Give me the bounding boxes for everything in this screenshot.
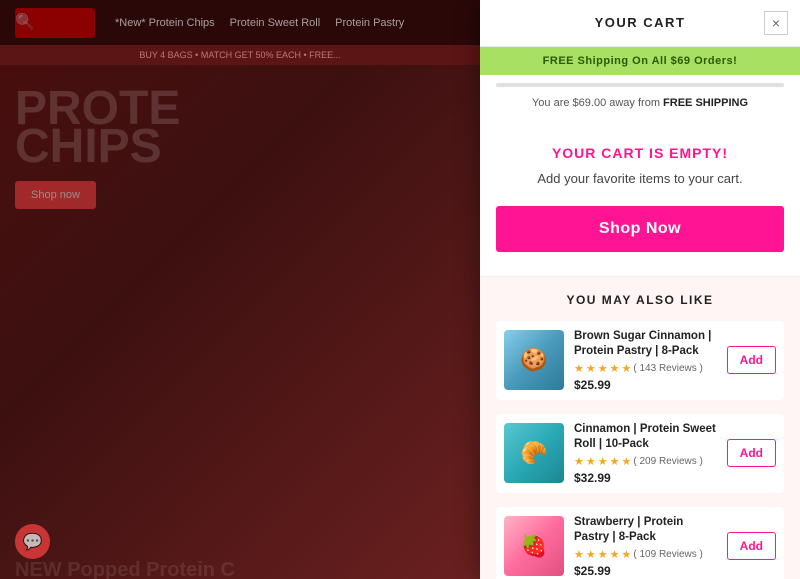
star-3: ★	[598, 362, 608, 375]
add-button-3[interactable]: Add	[727, 532, 776, 560]
bg-banner: BUY 4 BAGS • MATCH GET 50% EACH • FREE..…	[0, 45, 480, 65]
star-3-3: ★	[598, 548, 608, 561]
product-image-3: 🍓	[504, 516, 564, 576]
shipping-text: You are $69.00 away from FREE SHIPPING	[496, 93, 784, 117]
product-info-2: Cinnamon | Protein Sweet Roll | 10-Pack …	[574, 422, 717, 485]
add-button-1[interactable]: Add	[727, 346, 776, 374]
product-image-2: 🥐	[504, 423, 564, 483]
add-button-2[interactable]: Add	[727, 439, 776, 467]
background-page: 🔍 *New* Protein Chips Protein Sweet Roll…	[0, 0, 480, 579]
bg-nav-item-3: Protein Pastry	[335, 17, 404, 29]
cart-empty-subtitle: Add your favorite items to your cart.	[496, 171, 784, 186]
product-image-1: 🍪	[504, 330, 564, 390]
star-4-3: ★	[610, 548, 620, 561]
product-img-bg-1: 🍪	[504, 330, 564, 390]
cart-title: YOUR CART	[595, 15, 686, 30]
bg-hero-subtitle: NEW Popped Protein C	[15, 559, 465, 579]
product-item-1: 🍪 Brown Sugar Cinnamon | Protein Pastry …	[496, 321, 784, 400]
may-also-like-title: YOU MAY ALSO LIKE	[496, 293, 784, 307]
bg-nav: 🔍 *New* Protein Chips Protein Sweet Roll…	[0, 0, 480, 45]
review-count-1: ( 143 Reviews )	[633, 363, 702, 374]
bg-nav-item-2: Protein Sweet Roll	[230, 17, 321, 29]
product-img-bg-3: 🍓	[504, 516, 564, 576]
star-1: ★	[574, 362, 584, 375]
star-2-3: ★	[586, 548, 596, 561]
star-2: ★	[586, 362, 596, 375]
shop-now-button[interactable]: Shop Now	[496, 206, 784, 252]
bg-chat-button: 💬	[15, 524, 50, 559]
star-1-2: ★	[574, 455, 584, 468]
product-price-3: $25.99	[574, 564, 717, 578]
product-price-1: $25.99	[574, 378, 717, 392]
product-stars-2: ★ ★ ★ ★ ★ ( 209 Reviews )	[574, 455, 717, 468]
star-1-3: ★	[574, 548, 584, 561]
product-info-1: Brown Sugar Cinnamon | Protein Pastry | …	[574, 329, 717, 392]
cart-panel: YOUR CART × FREE Shipping On All $69 Ord…	[480, 0, 800, 579]
product-stars-3: ★ ★ ★ ★ ★ ( 109 Reviews )	[574, 548, 717, 561]
may-also-like-section: YOU MAY ALSO LIKE 🍪 Brown Sugar Cinnamon…	[480, 277, 800, 579]
cart-close-button[interactable]: ×	[764, 11, 788, 35]
product-img-bg-2: 🥐	[504, 423, 564, 483]
product-info-3: Strawberry | Protein Pastry | 8-Pack ★ ★…	[574, 515, 717, 578]
bg-banner-text: BUY 4 BAGS • MATCH GET 50% EACH • FREE..…	[139, 50, 340, 60]
shipping-progress: You are $69.00 away from FREE SHIPPING	[480, 75, 800, 121]
review-count-3: ( 109 Reviews )	[633, 549, 702, 560]
free-shipping-banner: FREE Shipping On All $69 Orders!	[480, 47, 800, 75]
bg-search-icon: 🔍	[15, 12, 35, 32]
star-half-1: ★	[622, 362, 632, 375]
star-2-2: ★	[586, 455, 596, 468]
product-stars-1: ★ ★ ★ ★ ★ ( 143 Reviews )	[574, 362, 717, 375]
product-item-2: 🥐 Cinnamon | Protein Sweet Roll | 10-Pac…	[496, 414, 784, 493]
product-name-2: Cinnamon | Protein Sweet Roll | 10-Pack	[574, 422, 717, 452]
bg-hero: PROTE CHIPS Shop now NEW Popped Protein …	[0, 65, 480, 579]
bg-hero-title2: CHIPS	[15, 123, 465, 171]
product-name-1: Brown Sugar Cinnamon | Protein Pastry | …	[574, 329, 717, 359]
product-price-2: $32.99	[574, 471, 717, 485]
cart-empty-section: YOUR CART IS EMPTY! Add your favorite it…	[480, 121, 800, 277]
product-name-3: Strawberry | Protein Pastry | 8-Pack	[574, 515, 717, 545]
star-4-2: ★	[610, 455, 620, 468]
cart-header: YOUR CART ×	[480, 0, 800, 47]
review-count-2: ( 209 Reviews )	[633, 456, 702, 467]
star-4: ★	[610, 362, 620, 375]
bg-nav-item-1: *New* Protein Chips	[115, 17, 215, 29]
star-half-3: ★	[622, 548, 632, 561]
shipping-progress-bar-bg	[496, 83, 784, 87]
star-3-2: ★	[598, 455, 608, 468]
bg-shop-btn: Shop now	[15, 181, 96, 209]
cart-empty-title: YOUR CART IS EMPTY!	[496, 145, 784, 161]
bg-nav-items: *New* Protein Chips Protein Sweet Roll P…	[115, 17, 404, 29]
star-half-2: ★	[622, 455, 632, 468]
product-item-3: 🍓 Strawberry | Protein Pastry | 8-Pack ★…	[496, 507, 784, 579]
